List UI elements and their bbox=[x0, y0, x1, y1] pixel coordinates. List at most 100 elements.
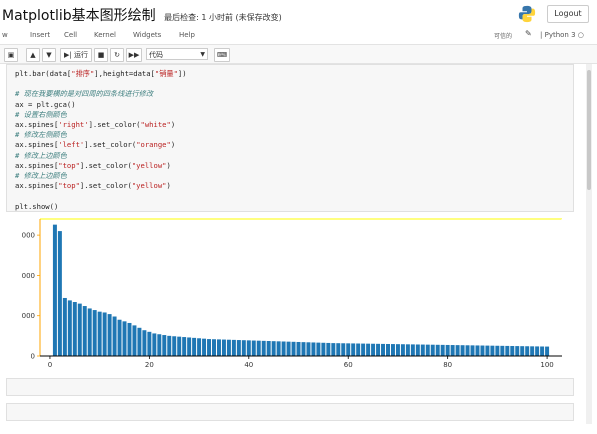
bar bbox=[460, 345, 465, 356]
bar bbox=[390, 344, 395, 356]
bar bbox=[266, 341, 271, 356]
scrollbar-thumb[interactable] bbox=[587, 70, 591, 190]
bar bbox=[107, 314, 112, 356]
menu-view[interactable]: w bbox=[2, 31, 8, 39]
bar bbox=[87, 308, 92, 356]
bar bbox=[495, 345, 500, 356]
bar bbox=[490, 345, 495, 356]
bar bbox=[400, 344, 405, 356]
notebook-name[interactable]: Matplotlib基本图形绘制 bbox=[2, 8, 156, 24]
bar bbox=[82, 306, 87, 356]
bar bbox=[67, 300, 72, 356]
empty-cell[interactable] bbox=[6, 403, 574, 421]
code-token: ].set_color( bbox=[84, 140, 137, 150]
code-line: # 修改上边颜色 bbox=[15, 151, 187, 161]
code-line: # 修改上边颜色 bbox=[15, 171, 187, 181]
code-line: # 修改左侧颜色 bbox=[15, 130, 187, 140]
code-token: ax.spines[ bbox=[15, 160, 59, 170]
code-token: "orange" bbox=[136, 140, 171, 150]
bar bbox=[112, 316, 117, 356]
code-line: plt.show() bbox=[15, 202, 187, 212]
code-token: ax.spines[ bbox=[15, 120, 59, 130]
bar bbox=[57, 231, 62, 356]
bar bbox=[92, 310, 97, 356]
bar bbox=[226, 339, 231, 356]
bar bbox=[216, 339, 221, 356]
bar bbox=[425, 344, 430, 356]
code-token: ) bbox=[170, 120, 176, 130]
code-line: ax.spines['right'].set_color("white") bbox=[15, 120, 187, 130]
trusted-indicator[interactable]: 可信的 bbox=[494, 31, 512, 40]
y-tick-label: 000 bbox=[22, 232, 35, 240]
code-token: ax.spines[ bbox=[15, 140, 59, 150]
code-token: ],height=data[ bbox=[94, 69, 155, 78]
notebook-title[interactable]: Matplotlib基本图形绘制 最后检查: 1 小时前 (未保存改变) bbox=[2, 5, 282, 25]
bar bbox=[371, 343, 376, 356]
code-token: "top" bbox=[58, 181, 80, 191]
code-editor[interactable]: plt.bar(data["排序"],height=data["销量"]) # … bbox=[15, 69, 187, 212]
bar bbox=[77, 303, 82, 356]
save-icon[interactable]: ▣ bbox=[4, 48, 18, 62]
code-line: ax.spines["top"].set_color("yellow") bbox=[15, 161, 187, 171]
code-cell[interactable]: plt.bar(data["排序"],height=data["销量"]) # … bbox=[6, 64, 574, 212]
run-icon: ▶| bbox=[64, 51, 72, 59]
python-logo-icon bbox=[518, 5, 536, 23]
bar bbox=[142, 330, 147, 356]
bar bbox=[545, 346, 550, 356]
pencil-icon[interactable]: ✎ bbox=[525, 29, 532, 38]
bar bbox=[316, 342, 321, 356]
logout-button[interactable]: Logout bbox=[547, 5, 589, 23]
bar bbox=[147, 331, 152, 356]
menu-kernel[interactable]: Kernel bbox=[94, 31, 116, 39]
code-token: # 修改上边颜色 bbox=[15, 171, 67, 181]
bar bbox=[187, 337, 192, 356]
menu-help[interactable]: Help bbox=[179, 31, 195, 39]
bar bbox=[346, 343, 351, 356]
bar bbox=[535, 346, 540, 356]
menu-insert[interactable]: Insert bbox=[30, 31, 50, 39]
arrow-down-icon[interactable]: ▼ bbox=[42, 48, 56, 62]
bar bbox=[500, 345, 505, 356]
bar bbox=[271, 341, 276, 356]
bar bbox=[72, 302, 77, 356]
kernel-name: Python 3 bbox=[544, 31, 576, 39]
bar bbox=[470, 345, 475, 356]
x-tick-label: 0 bbox=[48, 361, 52, 369]
cell-type-select[interactable]: 代码 ▼ bbox=[146, 48, 208, 60]
notebook-header: Matplotlib基本图形绘制 最后检查: 1 小时前 (未保存改变) Log… bbox=[0, 0, 597, 26]
bar bbox=[435, 344, 440, 356]
restart-icon[interactable]: ↻ bbox=[110, 48, 124, 62]
code-line: ax.spines["top"].set_color("yellow") bbox=[15, 181, 187, 191]
menu-cell[interactable]: Cell bbox=[64, 31, 77, 39]
y-tick-label: 0 bbox=[31, 353, 35, 361]
bar bbox=[122, 321, 127, 356]
bar bbox=[321, 342, 326, 356]
arrow-up-icon[interactable]: ▲ bbox=[26, 48, 40, 62]
keyboard-icon[interactable]: ⌨ bbox=[214, 48, 230, 62]
code-token: # 现在我要横的是对四周的四条线进行修改 bbox=[15, 89, 154, 99]
kernel-indicator: | Python 3 ○ bbox=[540, 31, 584, 39]
bar bbox=[152, 333, 157, 356]
bar bbox=[296, 341, 301, 356]
code-token: ) bbox=[166, 160, 171, 170]
code-line: # 设置右侧颜色 bbox=[15, 110, 187, 120]
code-token: ].set_color( bbox=[88, 120, 141, 130]
stop-icon[interactable]: ■ bbox=[94, 48, 108, 62]
bar bbox=[515, 346, 520, 356]
bar bbox=[97, 311, 102, 356]
code-line: ax.spines['left'].set_color("orange") bbox=[15, 140, 187, 150]
empty-cell[interactable] bbox=[6, 378, 574, 396]
menu-widgets[interactable]: Widgets bbox=[133, 31, 161, 39]
run-button[interactable]: ▶| 运行 bbox=[60, 48, 92, 62]
bar bbox=[256, 340, 261, 356]
bar bbox=[361, 343, 366, 356]
run-label: 运行 bbox=[73, 51, 88, 59]
bar bbox=[132, 325, 137, 356]
code-line: ax = plt.gca() bbox=[15, 100, 187, 110]
code-token: ) bbox=[170, 140, 176, 150]
bar bbox=[540, 346, 545, 356]
checkpoint-status: 最后检查: 1 小时前 (未保存改变) bbox=[164, 13, 282, 22]
bar bbox=[162, 335, 167, 356]
fast-forward-icon[interactable]: ▶▶ bbox=[126, 48, 142, 62]
